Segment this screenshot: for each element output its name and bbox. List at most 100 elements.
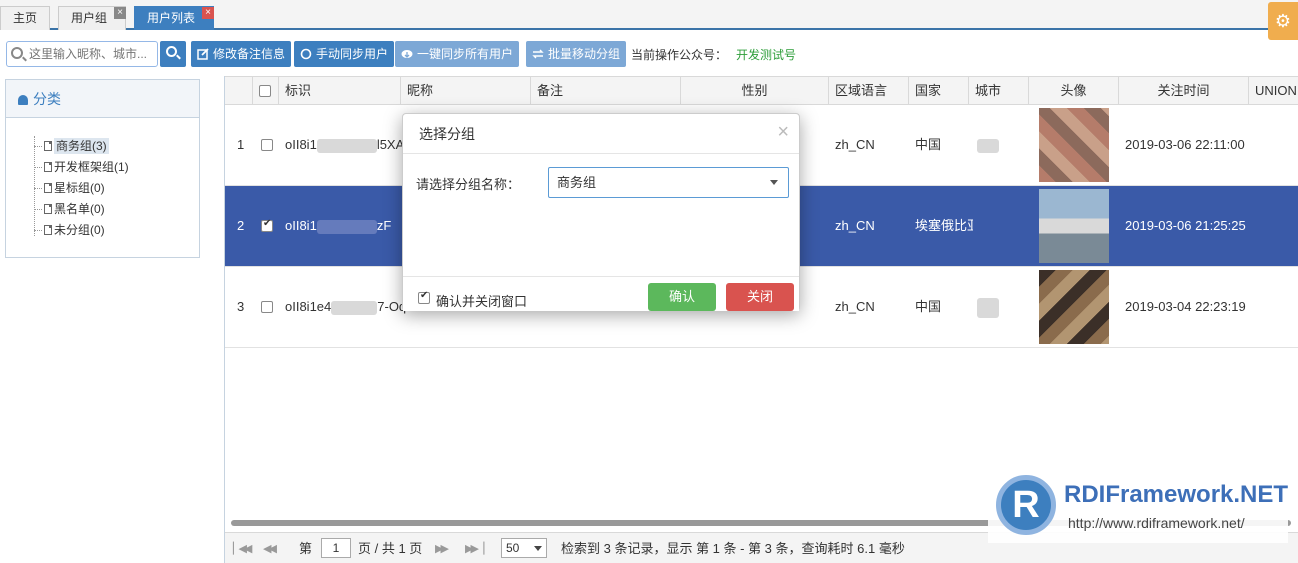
brand-logo: R: [996, 475, 1056, 535]
cell-country: 埃塞俄比亚: [915, 218, 973, 233]
header-gender[interactable]: 性别: [681, 77, 829, 105]
header-country[interactable]: 国家: [909, 77, 969, 105]
tab-home[interactable]: 主页: [0, 6, 51, 30]
group-select[interactable]: 商务组: [548, 167, 789, 198]
account-label: 当前操作公众号：: [631, 48, 728, 62]
confirm-button[interactable]: 确认: [648, 283, 716, 311]
confirm-close-label: 确认并关闭窗口: [436, 294, 528, 309]
tab-label: 用户组: [71, 11, 108, 25]
tree-item-label: 星标组(0): [54, 181, 105, 195]
grid-header: 标识 昵称 备注 性别 区域语言 国家 城市 头像 关注时间 UNION: [225, 76, 1298, 105]
row-checkbox[interactable]: [261, 218, 273, 232]
close-icon[interactable]: ×: [114, 7, 127, 19]
cell-city: [977, 267, 999, 347]
header-subscribe-time[interactable]: 关注时间: [1119, 77, 1249, 105]
avatar: [1039, 270, 1109, 344]
avatar: [1039, 189, 1109, 263]
button-label: 批量移动分组: [548, 47, 621, 61]
search-box[interactable]: [6, 41, 158, 67]
tree-item-blacklist[interactable]: 黑名单(0): [34, 199, 129, 220]
cell-country: 中国: [915, 137, 942, 152]
row-checkbox[interactable]: [261, 139, 273, 151]
search-input[interactable]: [29, 45, 153, 63]
header-city[interactable]: 城市: [969, 77, 1029, 105]
exchange-icon: [532, 49, 544, 59]
group-name-label: 请选择分组名称：: [416, 177, 521, 192]
manual-sync-button[interactable]: 手动同步用户: [294, 41, 395, 67]
next-page-icon[interactable]: ▶▶: [435, 542, 449, 555]
tree-item-starred[interactable]: 星标组(0): [34, 178, 129, 199]
redacted-block: [316, 138, 377, 153]
row-number: 3: [237, 299, 245, 314]
button-label: 修改备注信息: [213, 47, 286, 61]
file-icon: [44, 183, 52, 193]
prev-page-icon[interactable]: ◀◀: [263, 542, 277, 555]
group-select-value: 商务组: [557, 175, 597, 190]
first-page-icon[interactable]: ▏◀◀: [233, 542, 252, 555]
id-suffix: zF: [376, 218, 392, 233]
close-icon[interactable]: ×: [202, 7, 215, 19]
page-label: 第: [299, 541, 313, 556]
page-total: 页 / 共 1 页: [358, 541, 423, 556]
batch-move-button[interactable]: 批量移动分组: [526, 41, 627, 67]
cell-language: zh_CN: [835, 299, 875, 314]
tab-user-list[interactable]: 用户列表 ×: [134, 6, 215, 30]
gear-icon[interactable]: ⚙: [1268, 2, 1298, 40]
row-number: 1: [237, 137, 245, 152]
file-icon: [44, 204, 52, 214]
tree-item-ungrouped[interactable]: 未分组(0): [34, 220, 129, 241]
tab-bar: 主页 用户组 × 用户列表 × ⚙: [0, 0, 1298, 40]
redacted-block: [977, 297, 999, 318]
row-checkbox[interactable]: [261, 301, 273, 313]
page-size-select[interactable]: 50: [501, 538, 547, 558]
page-size-value: 50: [506, 541, 520, 555]
file-icon: [44, 141, 52, 151]
last-page-icon[interactable]: ▶▶▕: [465, 542, 484, 555]
cell-subscribe-time: 2019-03-04 22:23:19: [1125, 299, 1246, 314]
category-header: 分类: [6, 80, 199, 118]
button-label: 一键同步所有用户: [417, 47, 514, 61]
toolbar: 修改备注信息 手动同步用户 一键同步所有用户 批量移动分组 当前操作公众号： 开…: [0, 36, 1298, 72]
tree-item-label: 商务组(3): [54, 138, 109, 154]
close-icon[interactable]: ×: [777, 120, 789, 144]
cell-subscribe-time: 2019-03-06 22:11:00: [1125, 137, 1245, 152]
header-id[interactable]: 标识: [279, 77, 401, 105]
search-button[interactable]: [160, 41, 186, 67]
id-prefix: oII8i1: [285, 137, 317, 152]
category-panel: 分类 商务组(3) 开发框架组(1) 星标组(0) 黑名单(0) 未分组(0): [5, 79, 200, 258]
tree-item-framework[interactable]: 开发框架组(1): [34, 157, 129, 178]
close-button[interactable]: 关闭: [726, 283, 794, 311]
chevron-down-icon: [770, 180, 778, 185]
tree-item-business[interactable]: 商务组(3): [34, 136, 129, 157]
cell-country: 中国: [915, 299, 942, 314]
watermark-title: RDIFramework.NET: [1064, 481, 1289, 508]
tab-user-group[interactable]: 用户组 ×: [58, 6, 127, 30]
header-avatar[interactable]: 头像: [1029, 77, 1119, 105]
cell-language: zh_CN: [835, 137, 875, 152]
pager-summary: 检索到 3 条记录，显示 第 1 条 - 第 3 条，查询耗时 6.1 毫秒: [561, 541, 905, 556]
watermark: R RDIFramework.NET http://www.rdiframewo…: [988, 467, 1288, 543]
header-remark[interactable]: 备注: [531, 77, 681, 105]
dialog-title: 选择分组: [403, 114, 799, 154]
id-prefix: oII8i1e4: [285, 299, 332, 314]
tree-item-label: 黑名单(0): [54, 202, 105, 216]
cell-id: oII8i1 l5XA: [285, 105, 404, 185]
button-label: 手动同步用户: [316, 47, 389, 61]
edit-remark-button[interactable]: 修改备注信息: [191, 41, 292, 67]
cell-city: [977, 105, 999, 185]
tree-item-label: 未分组(0): [54, 223, 105, 237]
select-group-dialog: 选择分组 × 请选择分组名称： 商务组 确认并关闭窗口 确认 关闭: [402, 113, 800, 311]
refresh-icon: [300, 48, 312, 60]
header-language[interactable]: 区域语言: [829, 77, 909, 105]
dialog-footer: 确认并关闭窗口 确认 关闭: [403, 276, 799, 311]
sync-all-button[interactable]: 一键同步所有用户: [395, 41, 520, 67]
cell-subscribe-time: 2019-03-06 21:25:25: [1125, 218, 1246, 233]
file-icon: [44, 162, 52, 172]
avatar: [1039, 108, 1109, 182]
select-all-checkbox[interactable]: [259, 85, 271, 97]
confirm-close-checkbox[interactable]: [418, 290, 430, 304]
header-checkbox-cell: [253, 77, 279, 105]
header-union[interactable]: UNION: [1249, 77, 1298, 105]
page-input[interactable]: 1: [321, 538, 351, 558]
header-nickname[interactable]: 昵称: [401, 77, 531, 105]
